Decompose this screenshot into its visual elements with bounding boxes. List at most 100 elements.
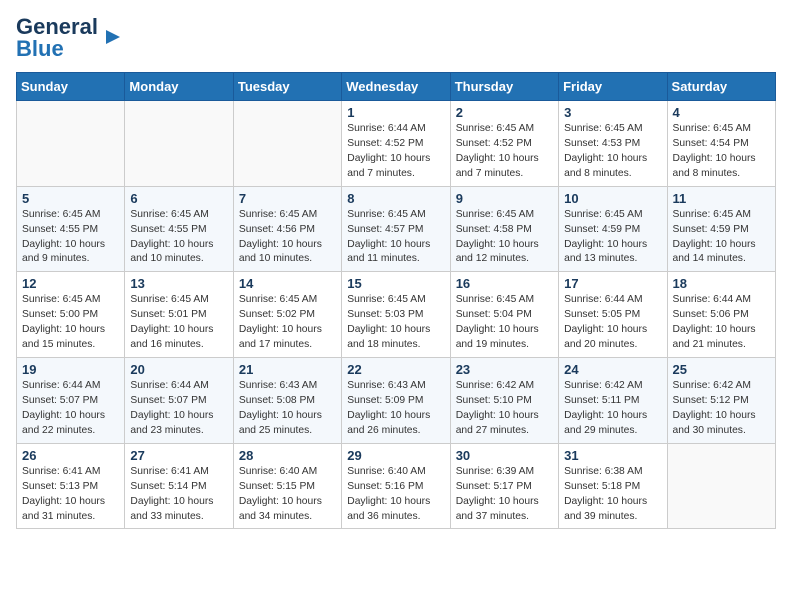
day-info: Sunrise: 6:40 AM Sunset: 5:16 PM Dayligh… xyxy=(347,465,444,525)
day-info: Sunrise: 6:40 AM Sunset: 5:15 PM Dayligh… xyxy=(239,465,336,525)
calendar-cell: 27 Sunrise: 6:41 AM Sunset: 5:14 PM Dayli… xyxy=(125,443,233,529)
calendar-cell: 7Sunrise: 6:45 AM Sunset: 4:56 PM Daylig… xyxy=(233,186,341,272)
day-number: 28 xyxy=(239,448,336,463)
day-info: Sunrise: 6:43 AM Sunset: 5:09 PM Dayligh… xyxy=(347,379,444,439)
calendar-cell: 30 Sunrise: 6:39 AM Sunset: 5:17 PM Dayli… xyxy=(450,443,558,529)
calendar-cell: 8 Sunrise: 6:45 AM Sunset: 4:57 PM Daylig… xyxy=(342,186,450,272)
day-info: Sunrise: 6:44 AM Sunset: 5:07 PM Dayligh… xyxy=(130,379,227,439)
day-number: 10 xyxy=(564,191,661,206)
day-info: Sunrise: 6:43 AM Sunset: 5:08 PM Dayligh… xyxy=(239,379,336,439)
logo-icon xyxy=(102,26,124,48)
day-number: 2 xyxy=(456,105,553,120)
calendar-cell: 25 Sunrise: 6:42 AM Sunset: 5:12 PM Dayli… xyxy=(667,358,775,444)
calendar-cell xyxy=(233,101,341,187)
day-info: Sunrise: 6:42 AM Sunset: 5:10 PM Dayligh… xyxy=(456,379,553,439)
day-info: Sunrise: 6:41 AM Sunset: 5:13 PM Dayligh… xyxy=(22,465,119,525)
calendar-cell: 14 Sunrise: 6:45 AM Sunset: 5:02 PM Dayli… xyxy=(233,272,341,358)
day-info: Sunrise: 6:45 AM Sunset: 5:03 PM Dayligh… xyxy=(347,293,444,353)
day-info: Sunrise: 6:45 AM Sunset: 5:04 PM Dayligh… xyxy=(456,293,553,353)
calendar-cell: 24Sunrise: 6:42 AM Sunset: 5:11 PM Dayli… xyxy=(559,358,667,444)
calendar-week-4: 19 Sunrise: 6:44 AM Sunset: 5:07 PM Dayli… xyxy=(17,358,776,444)
calendar-cell: 19 Sunrise: 6:44 AM Sunset: 5:07 PM Dayli… xyxy=(17,358,125,444)
calendar-cell: 3 Sunrise: 6:45 AM Sunset: 4:53 PM Daylig… xyxy=(559,101,667,187)
day-number: 6 xyxy=(130,191,227,206)
calendar-cell: 4 Sunrise: 6:45 AM Sunset: 4:54 PM Daylig… xyxy=(667,101,775,187)
col-header-saturday: Saturday xyxy=(667,73,775,101)
day-info: Sunrise: 6:45 AM Sunset: 5:00 PM Dayligh… xyxy=(22,293,119,353)
day-number: 1 xyxy=(347,105,444,120)
day-number: 16 xyxy=(456,276,553,291)
calendar-cell: 11 Sunrise: 6:45 AM Sunset: 4:59 PM Dayli… xyxy=(667,186,775,272)
calendar-cell xyxy=(125,101,233,187)
calendar-cell: 16 Sunrise: 6:45 AM Sunset: 5:04 PM Dayli… xyxy=(450,272,558,358)
day-number: 8 xyxy=(347,191,444,206)
day-info: Sunrise: 6:45 AM Sunset: 4:54 PM Dayligh… xyxy=(673,122,770,182)
day-info: Sunrise: 6:45 AM Sunset: 4:57 PM Dayligh… xyxy=(347,208,444,268)
day-number: 3 xyxy=(564,105,661,120)
calendar-cell: 15 Sunrise: 6:45 AM Sunset: 5:03 PM Dayli… xyxy=(342,272,450,358)
logo: GeneralBlue xyxy=(16,16,124,60)
day-info: Sunrise: 6:45 AM Sunset: 4:59 PM Dayligh… xyxy=(673,208,770,268)
col-header-friday: Friday xyxy=(559,73,667,101)
day-info: Sunrise: 6:45 AM Sunset: 5:02 PM Dayligh… xyxy=(239,293,336,353)
calendar-week-5: 26 Sunrise: 6:41 AM Sunset: 5:13 PM Dayli… xyxy=(17,443,776,529)
calendar-cell: 6 Sunrise: 6:45 AM Sunset: 4:55 PM Daylig… xyxy=(125,186,233,272)
calendar-cell: 20 Sunrise: 6:44 AM Sunset: 5:07 PM Dayli… xyxy=(125,358,233,444)
calendar-week-1: 1 Sunrise: 6:44 AM Sunset: 4:52 PM Daylig… xyxy=(17,101,776,187)
day-number: 29 xyxy=(347,448,444,463)
day-number: 30 xyxy=(456,448,553,463)
day-info: Sunrise: 6:45 AM Sunset: 4:52 PM Dayligh… xyxy=(456,122,553,182)
day-info: Sunrise: 6:42 AM Sunset: 5:12 PM Dayligh… xyxy=(673,379,770,439)
calendar-cell xyxy=(667,443,775,529)
day-info: Sunrise: 6:44 AM Sunset: 5:05 PM Dayligh… xyxy=(564,293,661,353)
day-info: Sunrise: 6:45 AM Sunset: 4:56 PM Dayligh… xyxy=(239,208,336,268)
day-info: Sunrise: 6:39 AM Sunset: 5:17 PM Dayligh… xyxy=(456,465,553,525)
day-number: 26 xyxy=(22,448,119,463)
day-info: Sunrise: 6:45 AM Sunset: 4:55 PM Dayligh… xyxy=(130,208,227,268)
calendar-cell: 17 Sunrise: 6:44 AM Sunset: 5:05 PM Dayli… xyxy=(559,272,667,358)
col-header-monday: Monday xyxy=(125,73,233,101)
day-info: Sunrise: 6:44 AM Sunset: 5:06 PM Dayligh… xyxy=(673,293,770,353)
day-info: Sunrise: 6:42 AM Sunset: 5:11 PM Dayligh… xyxy=(564,379,661,439)
day-number: 14 xyxy=(239,276,336,291)
day-info: Sunrise: 6:44 AM Sunset: 5:07 PM Dayligh… xyxy=(22,379,119,439)
calendar-cell xyxy=(17,101,125,187)
col-header-sunday: Sunday xyxy=(17,73,125,101)
col-header-thursday: Thursday xyxy=(450,73,558,101)
calendar-cell: 18 Sunrise: 6:44 AM Sunset: 5:06 PM Dayli… xyxy=(667,272,775,358)
calendar-cell: 10 Sunrise: 6:45 AM Sunset: 4:59 PM Dayli… xyxy=(559,186,667,272)
day-info: Sunrise: 6:45 AM Sunset: 4:59 PM Dayligh… xyxy=(564,208,661,268)
day-number: 19 xyxy=(22,362,119,377)
calendar-cell: 22 Sunrise: 6:43 AM Sunset: 5:09 PM Dayli… xyxy=(342,358,450,444)
col-header-tuesday: Tuesday xyxy=(233,73,341,101)
day-info: Sunrise: 6:45 AM Sunset: 5:01 PM Dayligh… xyxy=(130,293,227,353)
calendar-cell: 9 Sunrise: 6:45 AM Sunset: 4:58 PM Daylig… xyxy=(450,186,558,272)
calendar-cell: 23 Sunrise: 6:42 AM Sunset: 5:10 PM Dayli… xyxy=(450,358,558,444)
day-info: Sunrise: 6:45 AM Sunset: 4:58 PM Dayligh… xyxy=(456,208,553,268)
calendar-cell: 12 Sunrise: 6:45 AM Sunset: 5:00 PM Dayli… xyxy=(17,272,125,358)
calendar-cell: 28 Sunrise: 6:40 AM Sunset: 5:15 PM Dayli… xyxy=(233,443,341,529)
day-info: Sunrise: 6:41 AM Sunset: 5:14 PM Dayligh… xyxy=(130,465,227,525)
day-number: 9 xyxy=(456,191,553,206)
day-info: Sunrise: 6:44 AM Sunset: 4:52 PM Dayligh… xyxy=(347,122,444,182)
day-number: 25 xyxy=(673,362,770,377)
day-number: 20 xyxy=(130,362,227,377)
day-info: Sunrise: 6:45 AM Sunset: 4:53 PM Dayligh… xyxy=(564,122,661,182)
calendar-cell: 29 Sunrise: 6:40 AM Sunset: 5:16 PM Dayli… xyxy=(342,443,450,529)
day-number: 17 xyxy=(564,276,661,291)
day-number: 11 xyxy=(673,191,770,206)
day-number: 27 xyxy=(130,448,227,463)
calendar-table: SundayMondayTuesdayWednesdayThursdayFrid… xyxy=(16,72,776,529)
day-number: 23 xyxy=(456,362,553,377)
day-number: 22 xyxy=(347,362,444,377)
page-header: GeneralBlue xyxy=(16,16,776,60)
day-number: 12 xyxy=(22,276,119,291)
day-number: 4 xyxy=(673,105,770,120)
day-number: 5 xyxy=(22,191,119,206)
calendar-cell: 21 Sunrise: 6:43 AM Sunset: 5:08 PM Dayli… xyxy=(233,358,341,444)
day-number: 21 xyxy=(239,362,336,377)
day-number: 18 xyxy=(673,276,770,291)
day-number: 13 xyxy=(130,276,227,291)
day-number: 15 xyxy=(347,276,444,291)
calendar-cell: 5Sunrise: 6:45 AM Sunset: 4:55 PM Daylig… xyxy=(17,186,125,272)
